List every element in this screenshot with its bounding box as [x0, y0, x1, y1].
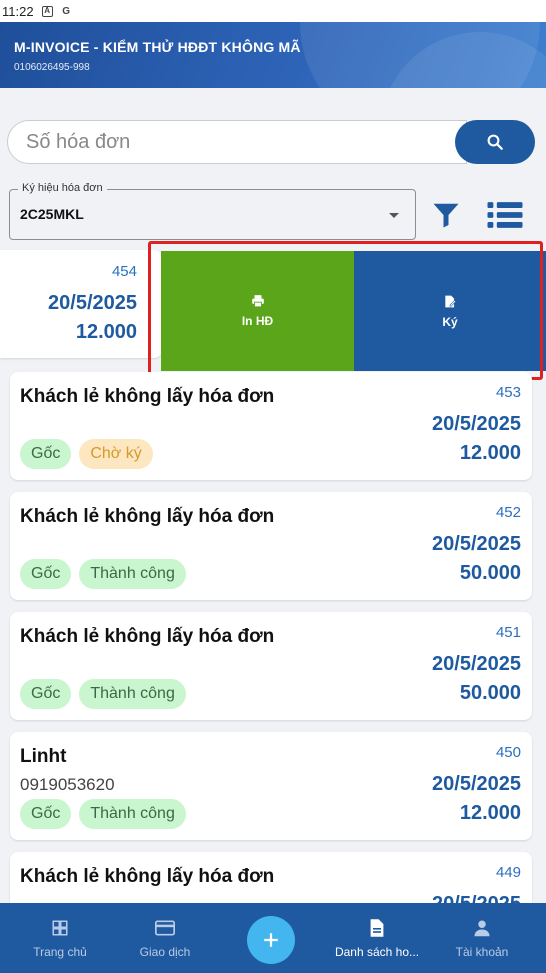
- invoice-amount: 50.000: [459, 682, 521, 704]
- invoice-number: 449: [495, 864, 521, 881]
- customer-name: Khách lẻ không lấy hóa đơn: [20, 866, 275, 887]
- type-badge: Gốc: [20, 799, 72, 829]
- invoice-amount: 50.000: [459, 562, 521, 584]
- status-bar: 11:22 A G: [0, 0, 546, 22]
- nav-invoice-list-label: Danh sách ho...: [334, 945, 420, 959]
- invoice-card[interactable]: Khách lẻ không lấy hóa đơn 453 20/5/2025…: [10, 372, 532, 480]
- customer-phone: 0919053620: [20, 775, 115, 794]
- invoice-card[interactable]: Khách lẻ không lấy hóa đơn 451 20/5/2025…: [10, 612, 532, 720]
- invoice-date: 20/5/2025: [48, 292, 137, 314]
- add-invoice-button[interactable]: [247, 916, 295, 964]
- nav-transactions[interactable]: Giao dịch: [120, 903, 210, 973]
- invoice-search: Số hóa đơn: [7, 120, 535, 164]
- filter-button[interactable]: [426, 196, 466, 234]
- select-value: 2C25MKL: [20, 206, 84, 222]
- status-time: 11:22: [2, 3, 34, 19]
- plus-icon: [264, 933, 278, 947]
- invoice-symbol-select[interactable]: Ký hiệu hóa đơn 2C25MKL: [9, 182, 416, 240]
- invoice-number: 451: [495, 624, 521, 641]
- customer-name: Khách lẻ không lấy hóa đơn: [20, 506, 275, 527]
- nav-home[interactable]: Trang chủ: [14, 903, 106, 973]
- search-button[interactable]: [455, 120, 535, 164]
- status-badge: Thành công: [79, 799, 186, 829]
- person-icon: [474, 920, 490, 937]
- dropdown-arrow-icon: [389, 213, 399, 218]
- invoice-amount: 12.000: [459, 442, 521, 464]
- invoice-amount: 12.000: [75, 321, 137, 343]
- select-label: Ký hiệu hóa đơn: [18, 182, 107, 194]
- nav-transactions-label: Giao dịch: [139, 945, 191, 959]
- nav-account[interactable]: Tài khoản: [440, 903, 524, 973]
- invoice-number: 454: [111, 263, 137, 280]
- search-input[interactable]: Số hóa đơn: [7, 120, 467, 164]
- filter-icon: [433, 203, 459, 228]
- home-grid-icon: [52, 920, 68, 936]
- status-badge: Chờ ký: [79, 439, 153, 469]
- invoice-date: 20/5/2025: [432, 413, 521, 435]
- print-invoice-button[interactable]: In HĐ: [161, 251, 354, 371]
- print-label: In HĐ: [241, 314, 274, 328]
- customer-name: Khách lẻ không lấy hóa đơn: [20, 626, 275, 647]
- nav-invoice-list[interactable]: Danh sách ho...: [330, 903, 424, 973]
- search-icon: [487, 134, 503, 150]
- company-title: M-INVOICE - KIỂM THỬ HĐĐT KHÔNG MÃ: [14, 39, 301, 55]
- list-view-button[interactable]: [484, 196, 526, 234]
- printer-icon: [251, 295, 264, 308]
- app-header: M-INVOICE - KIỂM THỬ HĐĐT KHÔNG MÃ 01060…: [0, 22, 546, 88]
- invoice-date: 20/5/2025: [432, 533, 521, 555]
- customer-name: Khách lẻ không lấy hóa đơn: [20, 386, 275, 407]
- invoice-date: 20/5/2025: [432, 653, 521, 675]
- status-badge: Thành công: [79, 679, 186, 709]
- type-badge: Gốc: [20, 559, 72, 589]
- a-notification-icon: A: [41, 5, 53, 17]
- sign-invoice-button[interactable]: Ký: [354, 251, 546, 371]
- nav-account-label: Tài khoản: [455, 945, 509, 959]
- invoice-card-swiped[interactable]: 454 20/5/2025 12.000: [0, 250, 162, 358]
- invoice-number: 453: [495, 384, 521, 401]
- card-icon: [155, 920, 175, 936]
- invoice-number: 452: [495, 504, 521, 521]
- invoice-amount: 12.000: [459, 802, 521, 824]
- status-badge: Thành công: [79, 559, 186, 589]
- list-icon: [487, 202, 523, 228]
- g-notification-icon: G: [62, 5, 70, 17]
- customer-name: Linht: [20, 746, 67, 767]
- sign-label: Ký: [442, 314, 458, 329]
- invoice-card[interactable]: Linht 0919053620 450 20/5/2025 12.000 Gố…: [10, 732, 532, 840]
- tax-code: 0106026495-998: [14, 62, 90, 73]
- invoice-number: 450: [495, 744, 521, 761]
- document-icon: [370, 919, 384, 937]
- type-badge: Gốc: [20, 439, 72, 469]
- nav-home-label: Trang chủ: [33, 945, 87, 959]
- sign-icon: [445, 295, 457, 307]
- invoice-card[interactable]: Khách lẻ không lấy hóa đơn 452 20/5/2025…: [10, 492, 532, 600]
- type-badge: Gốc: [20, 679, 72, 709]
- invoice-date: 20/5/2025: [432, 773, 521, 795]
